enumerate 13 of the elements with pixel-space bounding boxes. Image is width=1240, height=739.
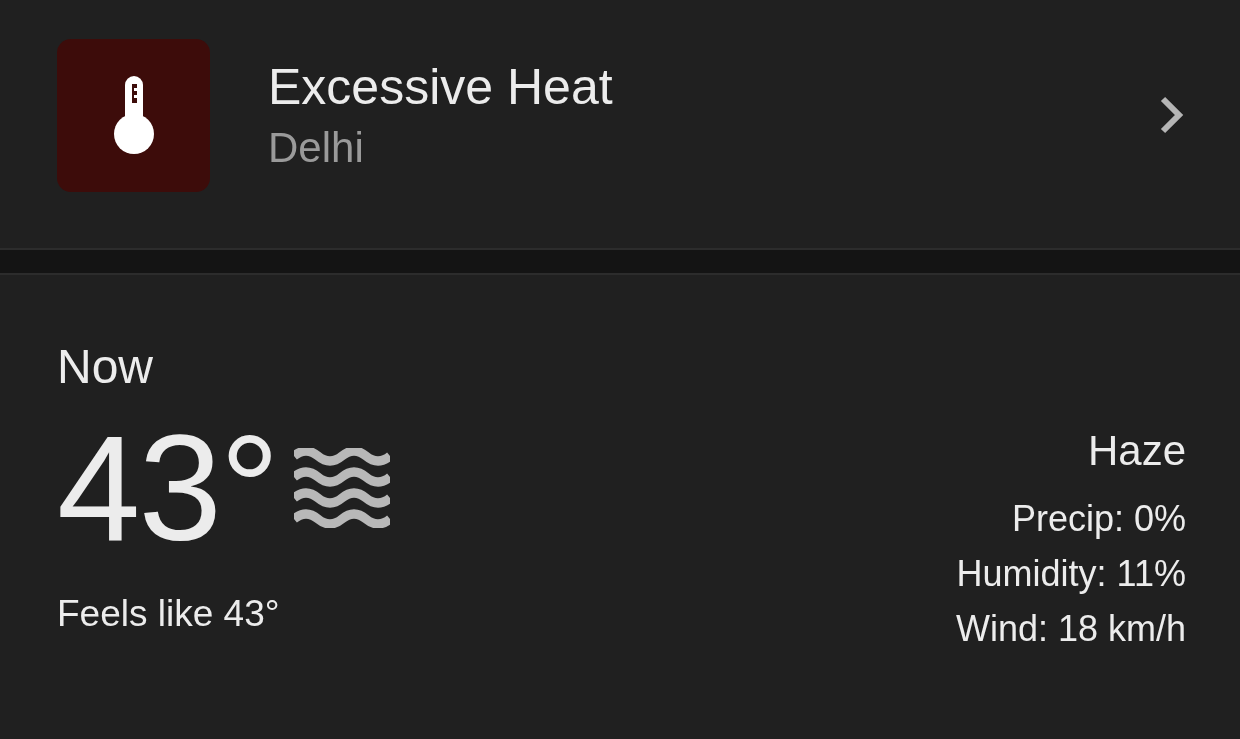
haze-icon (293, 448, 390, 528)
alert-location: Delhi (268, 123, 365, 173)
condition-text: Haze (1087, 426, 1186, 476)
alert-title: Excessive Heat (268, 58, 614, 117)
temperature: 43° (57, 413, 278, 563)
weather-detail: Wind: 18 km/h (955, 607, 1186, 651)
now-heading: Now (57, 339, 155, 395)
weather-detail: Humidity: 11% (956, 552, 1186, 596)
weather-detail: Precip: 0% (1011, 497, 1186, 541)
chevron-right-icon[interactable] (1158, 95, 1186, 135)
thermometer-icon (111, 74, 156, 156)
feels-like-text: Feels like 43° (57, 593, 281, 635)
alert-card[interactable]: Excessive Heat Delhi (0, 0, 1240, 250)
